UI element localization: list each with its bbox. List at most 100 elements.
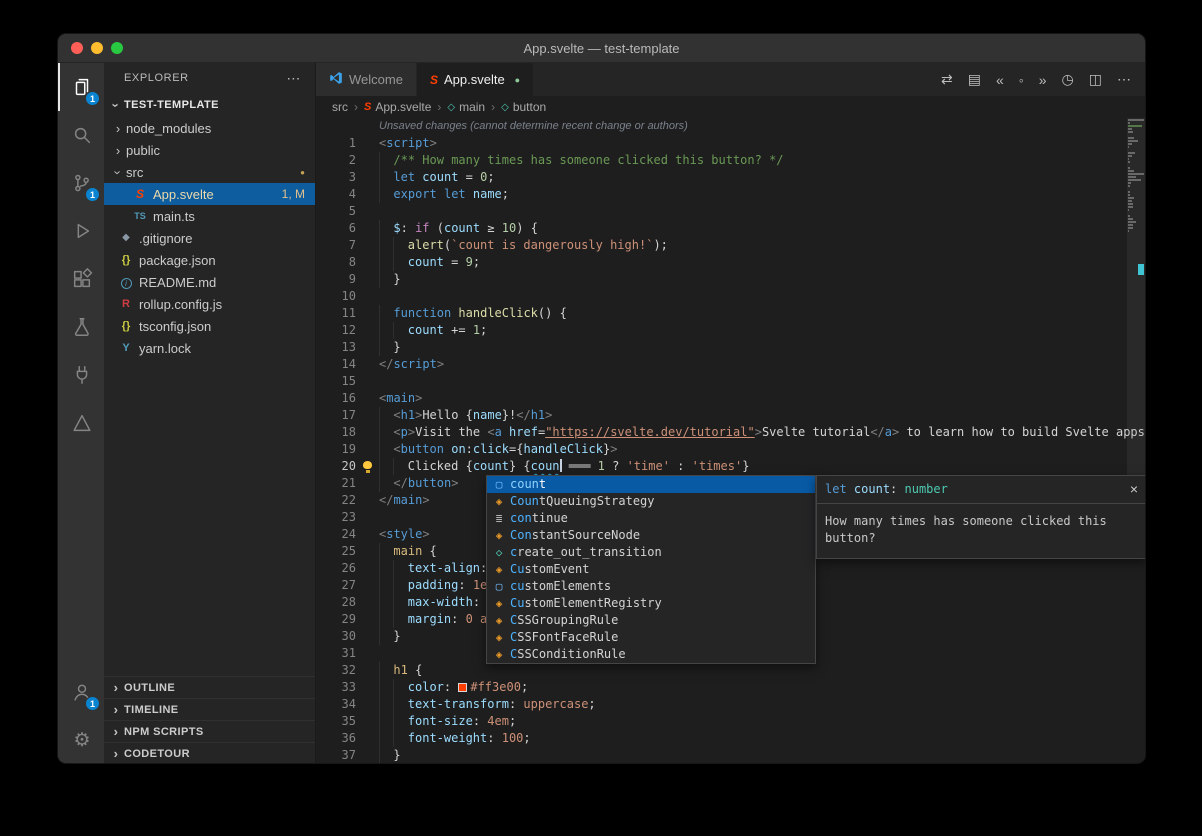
suggestion-count[interactable]: ▢count: [487, 476, 815, 493]
section-timeline[interactable]: ›TIMELINE: [104, 698, 315, 720]
zoom-window-button[interactable]: [111, 42, 123, 54]
tab-welcome[interactable]: Welcome: [316, 63, 417, 96]
minimap-line: [1128, 227, 1133, 229]
breadcrumb-app-svelte[interactable]: SApp.svelte: [364, 100, 431, 114]
code-editor[interactable]: Unsaved changes (cannot determine recent…: [316, 118, 1145, 764]
tree-item-gitignore[interactable]: ◆.gitignore: [104, 227, 315, 249]
activity-testing[interactable]: [58, 303, 104, 351]
code-line: 2/** How many times has someone clicked …: [316, 152, 1145, 169]
token: >: [415, 391, 422, 405]
tree-item-tsconfig-json[interactable]: {}tsconfig.json: [104, 315, 315, 337]
modified-dot: ●: [300, 168, 305, 177]
line-number: 5: [316, 203, 356, 220]
indent-guide: [379, 407, 393, 424]
token: ≥: [480, 221, 502, 235]
tree-item-readme-md[interactable]: iREADME.md: [104, 271, 315, 293]
token: padding: [408, 578, 459, 592]
line-number: 10: [316, 288, 356, 305]
token: <: [393, 408, 400, 422]
close-icon[interactable]: ×: [1130, 481, 1138, 498]
codetour-prev-icon[interactable]: «: [996, 72, 1004, 88]
tree-item-src[interactable]: ›src●: [104, 161, 315, 183]
symbol-class-icon: ◈: [491, 561, 507, 578]
glyph-margin: [356, 169, 379, 186]
token: button: [408, 476, 451, 490]
suggestion-customevent[interactable]: ◈CustomEvent: [487, 561, 815, 578]
section-npm-scripts[interactable]: ›NPM SCRIPTS: [104, 720, 315, 742]
tree-item-app-svelte[interactable]: SApp.svelte1, M: [104, 183, 315, 205]
tree-item-yarn-lock[interactable]: Yyarn.lock: [104, 337, 315, 359]
settings-icon: ⚙: [73, 731, 90, 750]
token: >: [408, 425, 415, 439]
activity-source-control[interactable]: 1: [58, 159, 104, 207]
close-window-button[interactable]: [71, 42, 83, 54]
ts-icon: TS: [132, 212, 148, 221]
tab-app-svelte[interactable]: SApp.svelte●: [417, 63, 534, 96]
activity-run-debug[interactable]: [58, 207, 104, 255]
project-name: TEST-TEMPLATE: [124, 99, 219, 111]
more-actions-icon[interactable]: ⋯: [1117, 71, 1131, 88]
breadcrumb-label: main: [459, 100, 485, 114]
suggestion-cssconditionrule[interactable]: ◈CSSConditionRule: [487, 646, 815, 663]
timer-icon[interactable]: ◷: [1062, 71, 1074, 88]
breadcrumb-button[interactable]: ◇button: [501, 100, 546, 114]
token: >: [610, 442, 617, 456]
token: Visit the: [415, 425, 487, 439]
tab-bar: WelcomeSApp.svelte● ⇄ ▤ « ◦ » ◷ ◫ ⋯: [316, 63, 1145, 96]
tree-item-public[interactable]: ›public: [104, 139, 315, 161]
glyph-margin: [356, 288, 379, 305]
suggestion-continue[interactable]: ≣continue: [487, 510, 815, 527]
suggestion-constantsourcenode[interactable]: ◈ConstantSourceNode: [487, 527, 815, 544]
activity-remote[interactable]: [58, 351, 104, 399]
split-editor-icon[interactable]: ◫: [1089, 71, 1102, 88]
suggestion-cssgroupingrule[interactable]: ◈CSSGroupingRule: [487, 612, 815, 629]
token: 1: [598, 459, 605, 473]
suggestion-customelementregistry[interactable]: ◈CustomElementRegistry: [487, 595, 815, 612]
token: count: [408, 255, 444, 269]
code-line: 14</script>: [316, 356, 1145, 373]
activity-search[interactable]: [58, 111, 104, 159]
section-codetour[interactable]: ›CODETOUR: [104, 742, 315, 764]
codetour-record-icon[interactable]: ◦: [1019, 72, 1024, 88]
token: number: [905, 482, 948, 496]
activity-accounts[interactable]: 1: [58, 668, 104, 716]
project-root-header[interactable]: › TEST-TEMPLATE: [104, 93, 315, 117]
code-line: 8count = 9;: [316, 254, 1145, 271]
minimap-line: [1128, 158, 1129, 160]
minimap[interactable]: [1127, 118, 1145, 764]
suggestion-customelements[interactable]: ▢customElements: [487, 578, 815, 595]
section-outline[interactable]: ›OUTLINE: [104, 676, 315, 698]
suggestion-countqueuingstrategy[interactable]: ◈CountQueuingStrategy: [487, 493, 815, 510]
lightbulb-icon[interactable]: [363, 461, 372, 469]
glyph-margin: [356, 322, 379, 339]
token: 4em: [487, 714, 509, 728]
tree-item-package-json[interactable]: {}package.json: [104, 249, 315, 271]
suggestion-create-out-transition[interactable]: ◇create_out_transition: [487, 544, 815, 561]
token: font-size: [408, 714, 473, 728]
token: ;: [521, 680, 528, 694]
token: :: [466, 442, 473, 456]
activity-extensions[interactable]: [58, 255, 104, 303]
breadcrumb-src[interactable]: src: [332, 100, 348, 114]
open-preview-icon[interactable]: ▤: [968, 71, 981, 88]
activity-explorer[interactable]: 1: [58, 63, 104, 111]
tree-item-rollup-config-js[interactable]: Rrollup.config.js: [104, 293, 315, 315]
breadcrumb-main[interactable]: ◇main: [447, 100, 485, 114]
minimap-line: [1128, 197, 1134, 199]
line-number: 19: [316, 441, 356, 458]
desktop: { "window": {"title": "App.svelte — test…: [0, 0, 1202, 836]
suggestion-cssfontfacerule[interactable]: ◈CSSFontFaceRule: [487, 629, 815, 646]
minimize-window-button[interactable]: [91, 42, 103, 54]
more-actions-icon[interactable]: ⋯: [286, 70, 301, 87]
activity-azure[interactable]: [58, 399, 104, 447]
tree-item-main-ts[interactable]: TSmain.ts: [104, 205, 315, 227]
chevron-right-icon: ›: [108, 724, 124, 739]
token: <: [487, 425, 494, 439]
activity-settings[interactable]: ⚙: [58, 716, 104, 764]
token: h1: [393, 663, 407, 677]
codetour-next-icon[interactable]: »: [1039, 72, 1047, 88]
gitlens-compare-icon[interactable]: ⇄: [941, 71, 953, 88]
color-swatch: [458, 683, 467, 692]
section-label: CODETOUR: [124, 748, 190, 760]
tree-item-node-modules[interactable]: ›node_modules: [104, 117, 315, 139]
